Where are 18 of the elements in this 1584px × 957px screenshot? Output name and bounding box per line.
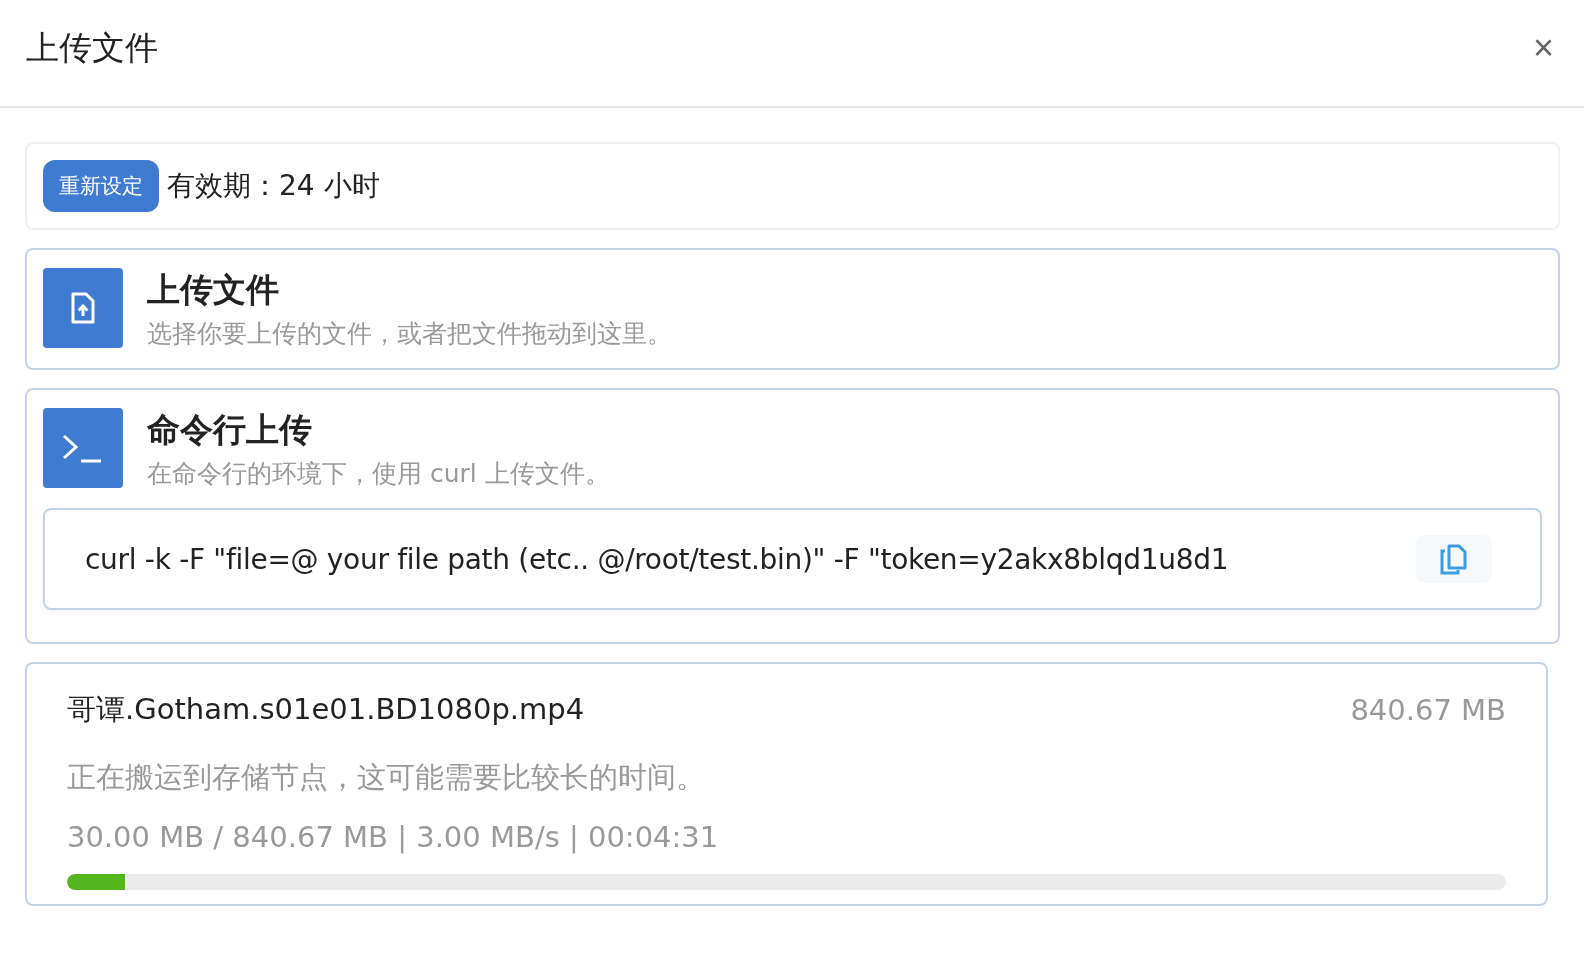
file-upload-icon — [70, 292, 96, 324]
upload-status: 正在搬运到存储节点，这可能需要比较长的时间。 — [67, 759, 706, 796]
option-title: 上传文件 — [147, 269, 280, 311]
copy-icon — [1439, 542, 1469, 576]
file-name: 哥谭.Gotham.s01e01.BD1080p.mp4 — [67, 691, 585, 728]
command-line-card[interactable]: 命令行上传 在命令行的环境下，使用 curl 上传文件。 curl -k -F "file=@ your file path (etc.. @/root/test.bin)" -F "token=y2akx8blqd1u8d1 — [25, 388, 1560, 644]
option-title: 命令行上传 — [147, 409, 313, 451]
upload-option-card[interactable]: 上传文件 选择你要上传的文件，或者把文件拖动到这里。 — [25, 248, 1560, 370]
expiry-label: 有效期：24 小时 — [167, 168, 380, 204]
progress-text: 30.00 MB / 840.67 MB | 3.00 MB/s | 00:04:31 — [67, 820, 720, 854]
command-text: curl -k -F "file=@ your file path (etc.. @/root/test.bin)" -F "token=y2akx8blqd1u8d1 — [85, 542, 1229, 576]
copy-button[interactable] — [1416, 535, 1492, 583]
reset-button[interactable]: 重新设定 — [43, 160, 159, 212]
option-description: 在命令行的环境下，使用 curl 上传文件。 — [147, 458, 610, 490]
dialog-title: 上传文件 — [26, 26, 158, 69]
close-button[interactable]: × — [1528, 30, 1558, 66]
file-size: 840.67 MB — [1350, 693, 1506, 727]
option-description: 选择你要上传的文件，或者把文件拖动到这里。 — [147, 318, 672, 350]
